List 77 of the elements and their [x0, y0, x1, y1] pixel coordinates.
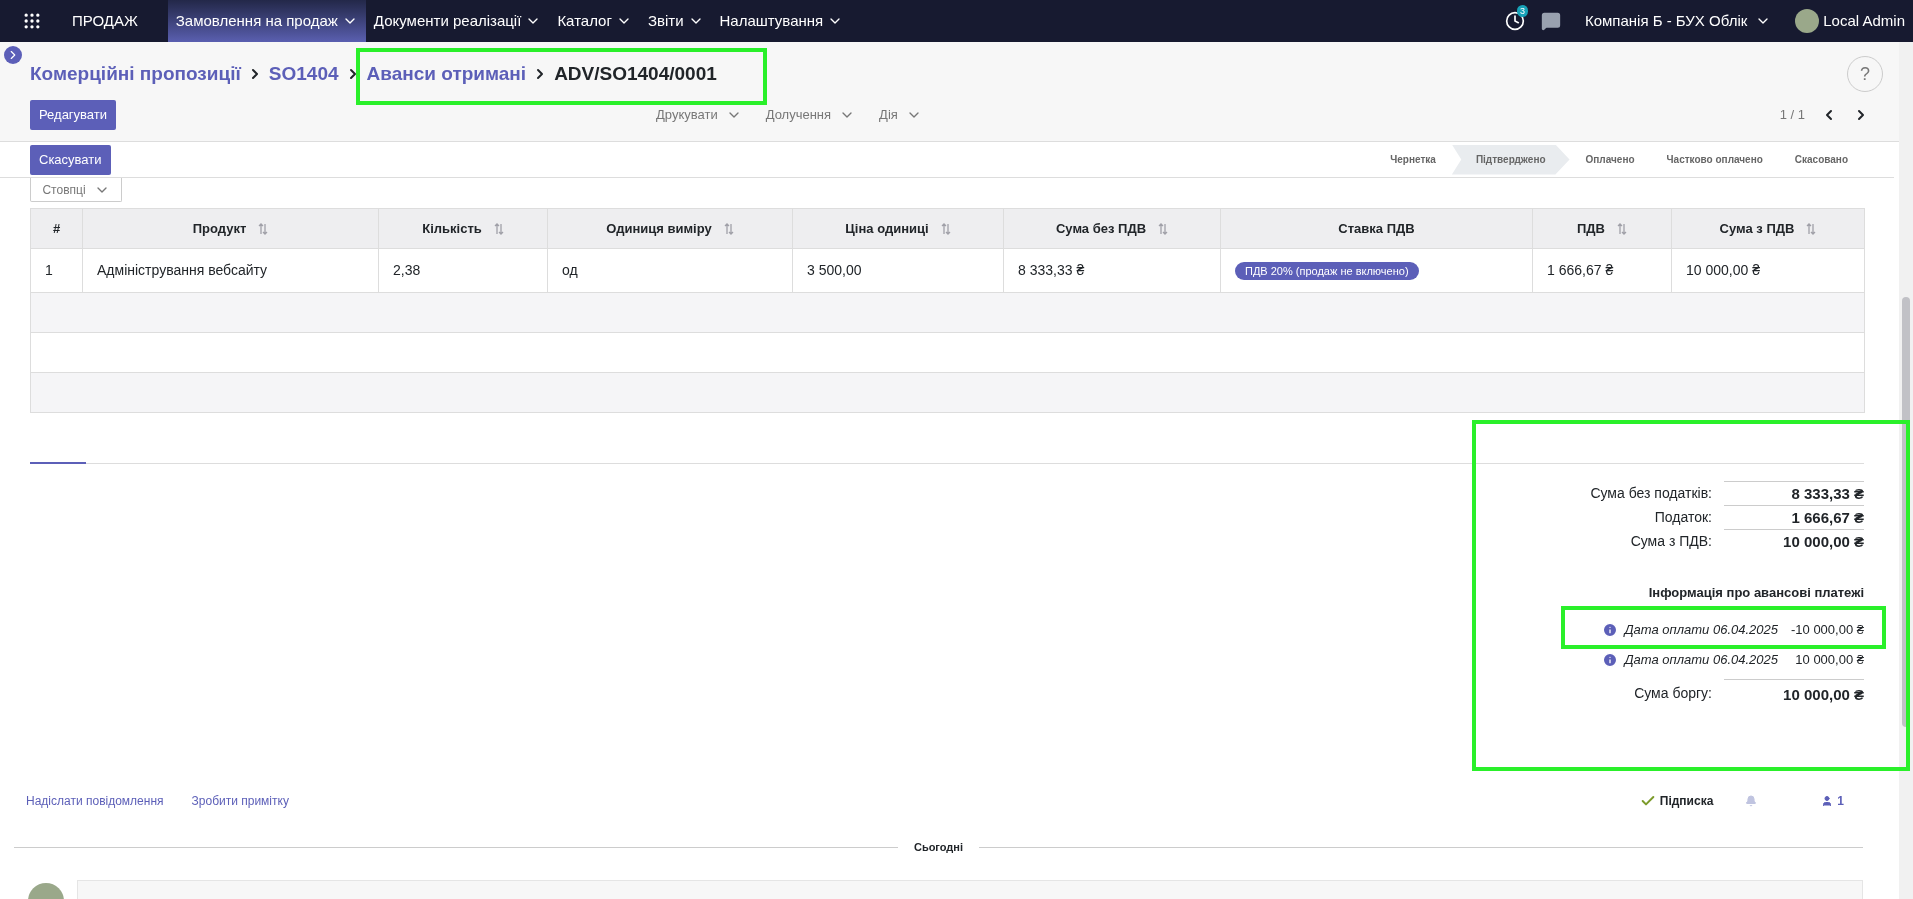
tab-indicator — [30, 462, 86, 464]
breadcrumb-link[interactable]: SO1404 — [268, 59, 339, 89]
followers-count[interactable]: 1 — [1837, 792, 1844, 810]
status-stage[interactable]: Частково оплачено — [1650, 144, 1779, 175]
total-value: 10 000,00 ₴ — [1724, 529, 1864, 553]
sort-icon — [940, 222, 951, 237]
send-message-link[interactable]: Надіслати повідомлення — [26, 792, 164, 810]
column-header[interactable]: # — [30, 208, 83, 249]
user-avatar[interactable] — [1795, 9, 1820, 33]
menu-item[interactable]: Налаштування — [711, 0, 852, 42]
table-cell: 8 333,33 ₴ — [1003, 248, 1221, 293]
table-cell: 3 500,00 — [792, 248, 1004, 293]
info-icon[interactable] — [1602, 651, 1619, 668]
company-switcher[interactable]: Компанія Б - БУХ Облік — [1584, 9, 1772, 33]
cancel-button[interactable]: Скасувати — [30, 144, 111, 175]
follow-button[interactable]: Підписка — [1659, 792, 1714, 810]
info-icon[interactable] — [1602, 621, 1619, 638]
column-header[interactable]: Сума без ПДВ — [1003, 208, 1221, 249]
sort-icon — [1158, 222, 1169, 237]
followers-icon[interactable] — [1821, 795, 1834, 807]
column-header[interactable]: Кількість — [378, 208, 548, 249]
action-dropdown[interactable]: Друкувати — [656, 105, 742, 125]
toggle-icon[interactable] — [4, 46, 22, 64]
total-label: Сума без податків: — [1589, 483, 1713, 503]
payment-date: Дата оплати 06.04.2025 — [1624, 620, 1778, 639]
column-header[interactable]: Сума з ПДВ — [1671, 208, 1865, 249]
status-stage[interactable]: Оплачено — [1569, 144, 1651, 175]
pager-value: 1 / 1 — [1779, 106, 1805, 125]
sort-icon — [723, 222, 734, 237]
column-header[interactable]: ПДВ — [1532, 208, 1672, 249]
record-title: ADV/SO1404/0001 — [554, 61, 717, 86]
total-label: Сума з ПДВ: — [1629, 531, 1713, 551]
status-stage[interactable]: Скасовано — [1778, 144, 1864, 175]
table-cell: Адміністрування вебсайту — [82, 248, 379, 293]
action-dropdown[interactable]: Долучення — [765, 105, 856, 125]
table-cell: 1 666,67 ₴ — [1532, 248, 1672, 293]
table-cell: 2,38 — [378, 248, 548, 293]
advance-section-title: Інформація про авансові платежі — [1647, 584, 1864, 602]
scrollbar-thumb[interactable] — [1902, 297, 1910, 727]
payment-date: Дата оплати 06.04.2025 — [1624, 650, 1778, 669]
sort-icon — [1617, 222, 1627, 237]
menu-item[interactable]: Звіти — [639, 0, 712, 42]
table-cell: 1 — [30, 248, 83, 293]
total-label: Податок: — [1653, 507, 1713, 527]
columns-dropdown[interactable]: Стовпці — [30, 178, 122, 202]
status-stage[interactable]: Підтверджено — [1451, 144, 1570, 175]
log-note-link[interactable]: Зробити примітку — [191, 792, 289, 810]
menu-item[interactable]: Замовлення на продаж — [167, 0, 366, 42]
menu-item[interactable]: Документи реалізації — [365, 0, 550, 42]
apps-menu-icon[interactable] — [22, 11, 42, 31]
column-header[interactable]: Ціна одиниці — [792, 208, 1004, 249]
column-header[interactable]: Ставка ПДВ — [1220, 208, 1533, 249]
debt-label: Сума боргу: — [1633, 684, 1713, 703]
date-separator: Сьогодні — [913, 840, 964, 855]
table-cell: 10 000,00 ₴ — [1671, 248, 1865, 293]
activity-count-badge: 3 — [1516, 5, 1528, 17]
payment-amount: -10 000,00 ₴ — [1790, 620, 1864, 639]
sort-icon — [493, 222, 504, 237]
table-cell: од — [547, 248, 793, 293]
total-value: 8 333,33 ₴ — [1724, 481, 1864, 505]
app-name: ПРОДАЖ — [72, 10, 138, 31]
action-dropdown[interactable]: Дія — [879, 105, 922, 125]
user-name[interactable]: Local Admin — [1823, 9, 1905, 33]
column-header[interactable]: Одиниця виміру — [547, 208, 793, 249]
tax-tag: ПДВ 20% (продаж не включено) — [1235, 262, 1419, 280]
sort-icon — [1806, 222, 1817, 237]
debt-value: 10 000,00 ₴ — [1724, 678, 1864, 709]
payment-amount: 10 000,00 ₴ — [1794, 650, 1864, 669]
breadcrumb-link[interactable]: Аванси отримані — [366, 59, 527, 89]
menu-item[interactable]: Каталог — [549, 0, 640, 42]
total-value: 1 666,67 ₴ — [1724, 505, 1864, 529]
column-header[interactable]: Продукт — [82, 208, 379, 249]
sort-icon — [258, 222, 269, 237]
status-stage[interactable]: Чернетка — [1374, 144, 1452, 175]
messages-icon[interactable] — [1540, 11, 1561, 31]
edit-button[interactable]: Редагувати — [30, 100, 117, 130]
breadcrumb-link[interactable]: Комерційні пропозиції — [30, 59, 241, 89]
